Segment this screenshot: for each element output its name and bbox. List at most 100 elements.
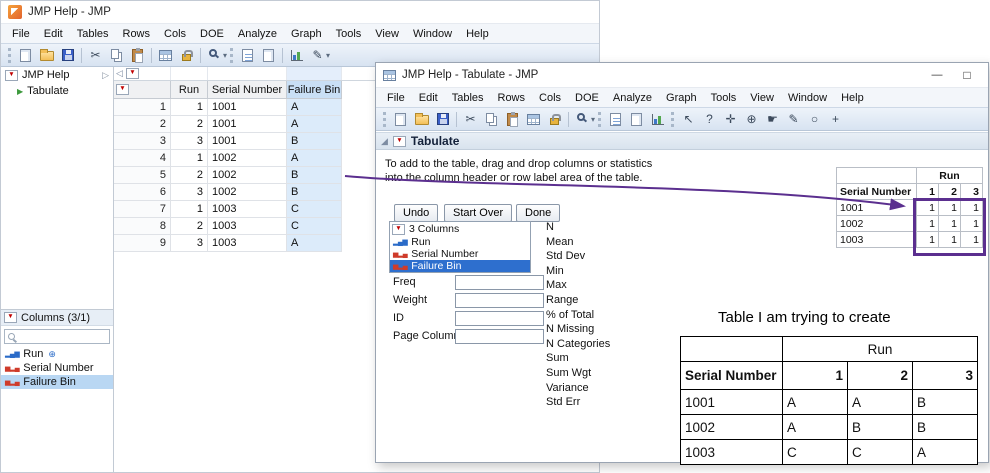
- result-cell[interactable]: 1: [917, 216, 939, 232]
- cell-serial-number[interactable]: 1003: [208, 201, 287, 218]
- row-number[interactable]: 5: [114, 167, 171, 184]
- red-triangle-icon[interactable]: ▼: [4, 312, 17, 323]
- new-data-table-button[interactable]: [391, 110, 410, 129]
- cut-button[interactable]: ✂: [461, 110, 480, 129]
- caret-down-icon[interactable]: ▾: [326, 51, 330, 60]
- rows-menu-icon[interactable]: ▼: [116, 84, 129, 95]
- menu-file[interactable]: File: [5, 25, 37, 43]
- menu-view[interactable]: View: [368, 25, 406, 43]
- cell-failure-bin[interactable]: B: [287, 167, 342, 184]
- menu-tables[interactable]: Tables: [70, 25, 116, 43]
- result-cell[interactable]: 1: [961, 232, 983, 248]
- result-row-label[interactable]: 1002: [837, 216, 917, 232]
- hide-panel-icon[interactable]: ◁: [116, 68, 123, 79]
- result-cell[interactable]: 1: [961, 216, 983, 232]
- cell-run[interactable]: 1: [171, 201, 208, 218]
- result-row-label[interactable]: 1001: [837, 200, 917, 216]
- menu-tools[interactable]: Tools: [704, 89, 744, 107]
- result-row-label[interactable]: 1003: [837, 232, 917, 248]
- paste-button[interactable]: [503, 110, 522, 129]
- row-number[interactable]: 8: [114, 218, 171, 235]
- statistic-item[interactable]: Variance: [546, 382, 646, 397]
- cell-run[interactable]: 3: [171, 133, 208, 150]
- row-number[interactable]: 2: [114, 116, 171, 133]
- column-item-failure-bin[interactable]: ▅▂▄ Failure Bin: [1, 375, 113, 389]
- column-item-serial-number[interactable]: ▅▂▄ Serial Number: [1, 361, 113, 375]
- cell-serial-number[interactable]: 1003: [208, 218, 287, 235]
- cell-run[interactable]: 1: [171, 99, 208, 116]
- grabber-tool-button[interactable]: ☛: [763, 110, 782, 129]
- plus-tool-button[interactable]: +: [826, 110, 845, 129]
- cell-serial-number[interactable]: 1001: [208, 99, 287, 116]
- column-header-serial-number[interactable]: Serial Number: [208, 81, 287, 99]
- result-col-label[interactable]: 1: [917, 184, 939, 200]
- cell-serial-number[interactable]: 1003: [208, 235, 287, 252]
- cell-run[interactable]: 2: [171, 218, 208, 235]
- row-number[interactable]: 1: [114, 99, 171, 116]
- cell-serial-number[interactable]: 1001: [208, 116, 287, 133]
- new-data-table-button[interactable]: [16, 46, 35, 65]
- cell-serial-number[interactable]: 1002: [208, 184, 287, 201]
- open-button[interactable]: [412, 110, 431, 129]
- cell-failure-bin[interactable]: A: [287, 116, 342, 133]
- undo-button[interactable]: Undo: [394, 204, 438, 222]
- red-triangle-icon[interactable]: ▼: [5, 70, 18, 81]
- statistic-item[interactable]: Mean: [546, 236, 646, 251]
- menu-rows[interactable]: Rows: [491, 89, 533, 107]
- new-journal-button[interactable]: [238, 46, 257, 65]
- statistic-item[interactable]: Std Dev: [546, 250, 646, 265]
- toolbar-grip[interactable]: [598, 112, 602, 127]
- menu-help[interactable]: Help: [459, 25, 496, 43]
- expand-right-icon[interactable]: ▷: [102, 70, 109, 81]
- report-button[interactable]: [627, 110, 646, 129]
- toolbar-grip[interactable]: [671, 112, 675, 127]
- toolbar-grip[interactable]: [230, 48, 234, 63]
- menu-window[interactable]: Window: [781, 89, 834, 107]
- weight-input[interactable]: [455, 293, 544, 308]
- menu-analyze[interactable]: Analyze: [606, 89, 659, 107]
- column-search-input[interactable]: [5, 330, 109, 343]
- result-cell[interactable]: 1: [961, 200, 983, 216]
- cell-run[interactable]: 1: [171, 150, 208, 167]
- selection-tool-button[interactable]: ↖: [679, 110, 698, 129]
- data-grid-button[interactable]: [524, 110, 543, 129]
- menu-graph[interactable]: Graph: [659, 89, 704, 107]
- copy-button[interactable]: [482, 110, 501, 129]
- done-button[interactable]: Done: [516, 204, 560, 222]
- statistic-item[interactable]: Range: [546, 294, 646, 309]
- statistic-item[interactable]: N Missing: [546, 323, 646, 338]
- row-number[interactable]: 6: [114, 184, 171, 201]
- layout-button[interactable]: [259, 46, 278, 65]
- data-grid-button[interactable]: [156, 46, 175, 65]
- maximize-button[interactable]: □: [954, 66, 980, 84]
- open-button[interactable]: [37, 46, 56, 65]
- menu-rows[interactable]: Rows: [116, 25, 158, 43]
- list-item-serial-number[interactable]: ▅▂▄ Serial Number: [390, 248, 530, 260]
- cell-serial-number[interactable]: 1001: [208, 133, 287, 150]
- result-cell[interactable]: 1: [917, 232, 939, 248]
- paste-button[interactable]: [128, 46, 147, 65]
- column-item-run[interactable]: ▂▄▆ Run ⊕: [1, 347, 113, 361]
- sidebar-item-jmp-help[interactable]: ▼ JMP Help ▷: [1, 67, 113, 83]
- columns-menu-icon[interactable]: ▼: [126, 68, 139, 79]
- caret-down-icon[interactable]: ▾: [591, 115, 595, 124]
- statistic-item[interactable]: N: [546, 221, 646, 236]
- graph-builder-button[interactable]: [287, 46, 306, 65]
- statistic-item[interactable]: % of Total: [546, 309, 646, 324]
- row-number[interactable]: 4: [114, 150, 171, 167]
- cell-run[interactable]: 3: [171, 184, 208, 201]
- menu-cols[interactable]: Cols: [532, 89, 568, 107]
- cut-button[interactable]: ✂: [86, 46, 105, 65]
- statistic-item[interactable]: Sum Wgt: [546, 367, 646, 382]
- column-header-failure-bin[interactable]: Failure Bin: [287, 81, 342, 99]
- column-header-run[interactable]: Run: [171, 81, 208, 99]
- cell-failure-bin[interactable]: C: [287, 218, 342, 235]
- chart-button[interactable]: [648, 110, 667, 129]
- menu-doe[interactable]: DOE: [568, 89, 606, 107]
- result-row-header[interactable]: Serial Number: [837, 184, 917, 200]
- red-triangle-icon[interactable]: ▼: [392, 224, 405, 235]
- statistic-item[interactable]: N Categories: [546, 338, 646, 353]
- page-column-input[interactable]: [455, 329, 544, 344]
- menu-edit[interactable]: Edit: [412, 89, 445, 107]
- menu-window[interactable]: Window: [406, 25, 459, 43]
